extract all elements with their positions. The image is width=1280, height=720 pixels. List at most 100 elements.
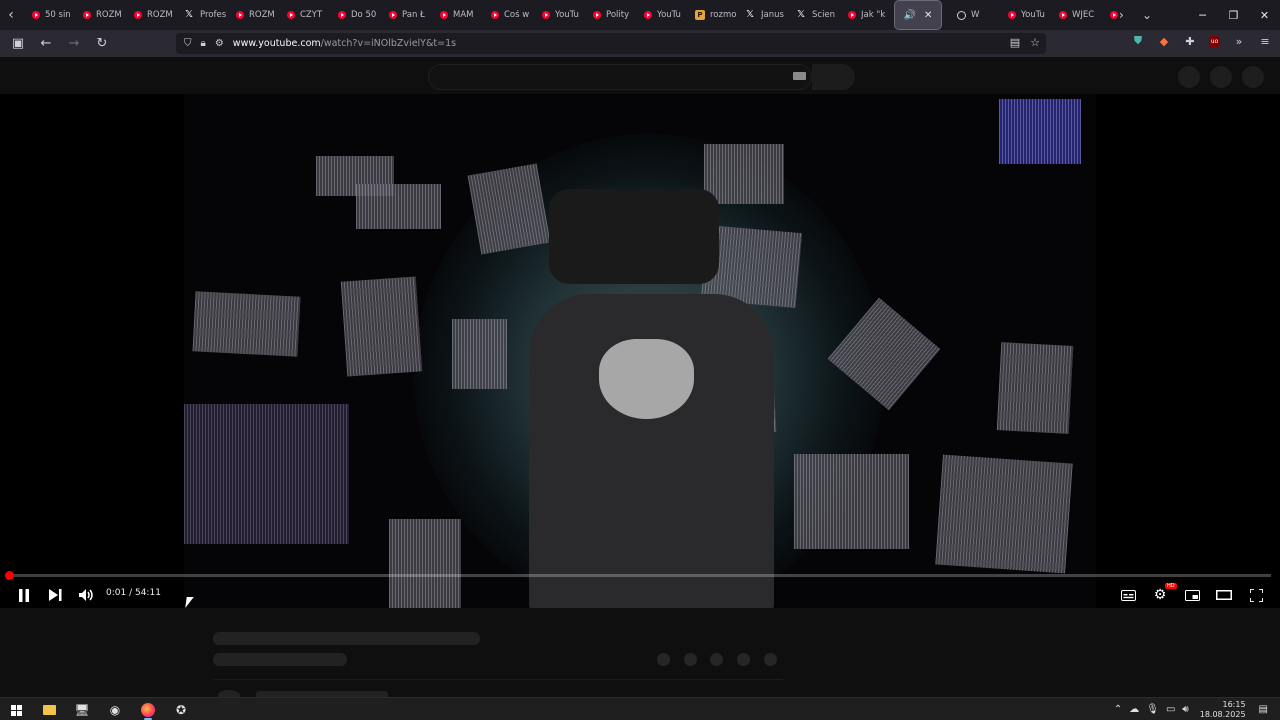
keyboard-icon[interactable] [793, 72, 806, 80]
firefox-taskbar-icon[interactable] [136, 700, 160, 720]
tab-label: YouTu [555, 10, 579, 20]
file-explorer-icon[interactable] [37, 700, 61, 720]
reload-icon[interactable]: ↻ [90, 32, 114, 56]
video-tv-screen [192, 291, 301, 357]
theater-mode-icon[interactable] [1211, 582, 1237, 608]
sidebar-toggle-icon[interactable]: ▣ [6, 32, 30, 56]
tab-b-0[interactable]: 50 sin [22, 1, 73, 29]
search-input-skeleton[interactable] [428, 64, 812, 90]
tab-b-8[interactable]: MAM [430, 1, 481, 29]
microphone-icon[interactable]: 🎙︎ [1146, 704, 1159, 715]
windows-taskbar: 🖥︎ ◉ ✪ ⌃ ☁ 🎙︎ ▭ 🔊︎ 16:15 18.08.2025 ▤ [0, 697, 1280, 720]
close-tab-icon[interactable]: ✕ [924, 10, 932, 21]
steam-icon[interactable]: ◉ [103, 700, 127, 720]
tab-active-youtube[interactable]: 🔊 ✕ [894, 0, 942, 30]
tab-scroll-left-icon[interactable]: ‹ [0, 0, 22, 30]
next-icon[interactable] [42, 582, 68, 608]
tab-label: rozmo [710, 10, 736, 20]
subtitles-icon[interactable] [1115, 582, 1141, 608]
tab-scroll-right-icon[interactable]: › [1119, 0, 1124, 30]
browser-tab-strip: ‹ 50 sin ROZM ROZM 𝕏 Profes ROZM CZYT Do 50 Pan … [0, 0, 1280, 30]
close-window-icon[interactable]: ✕ [1249, 0, 1280, 30]
clock[interactable]: 16:15 18.08.2025 [1200, 700, 1246, 720]
tab-b-13[interactable]: Prozmo [685, 1, 736, 29]
youtube-icon [542, 11, 550, 19]
window-controls: ─ ❐ ✕ [1187, 0, 1280, 30]
youtube-icon [848, 11, 856, 19]
tab-label: MAM [453, 10, 474, 20]
tab-b-6[interactable]: Do 50 [328, 1, 379, 29]
tab-a-1[interactable]: YouTu [998, 1, 1049, 29]
tab-label: Profes [200, 10, 226, 20]
action-skeleton [710, 653, 723, 666]
tab-label: Do 50 [351, 10, 377, 20]
tray-chevron-icon[interactable]: ⌃ [1114, 704, 1122, 715]
video-frame[interactable] [184, 94, 1096, 608]
extensions-puzzle-icon[interactable]: ✚ [1183, 34, 1197, 48]
notifications-skeleton[interactable] [1210, 66, 1232, 88]
minimize-icon[interactable]: ─ [1187, 0, 1218, 30]
search-button-skeleton[interactable] [812, 64, 855, 90]
tab-label: 50 sin [45, 10, 71, 20]
tab-b-11[interactable]: Polity [583, 1, 634, 29]
tab-list: 50 sin ROZM ROZM 𝕏 Profes ROZM CZYT Do 50 Pan Ł M… [22, 0, 889, 30]
tab-a-0[interactable]: W [947, 1, 998, 29]
youtube-icon [236, 11, 244, 19]
all-tabs-chevron-icon[interactable]: ⌄ [1142, 0, 1152, 30]
vpn-shield-icon[interactable]: ⛊ [1131, 34, 1145, 48]
volume-icon[interactable] [73, 582, 99, 608]
address-bar[interactable]: ⛉ 🔒︎ ⚙ www.youtube.com/watch?v=iNOlbZvie… [176, 33, 1046, 54]
hamburger-menu-icon[interactable]: ≡ [1258, 34, 1272, 48]
scrubber-handle[interactable] [5, 571, 15, 580]
remote-desktop-icon[interactable]: 🖥︎ [70, 700, 94, 720]
video-tv-screen [999, 99, 1081, 164]
network-icon[interactable]: ▭ [1166, 704, 1175, 715]
tab-b-16[interactable]: Jak "k [838, 1, 889, 29]
tab-b-15[interactable]: 𝕏 Scien [787, 1, 838, 29]
tab-b-9[interactable]: Coś w [481, 1, 532, 29]
tab-b-2[interactable]: ROZM [124, 1, 175, 29]
permissions-icon[interactable]: ⚙ [215, 38, 224, 49]
tab-b-14[interactable]: 𝕏 Janus [736, 1, 787, 29]
pause-icon[interactable] [11, 582, 37, 608]
miniplayer-icon[interactable] [1179, 582, 1205, 608]
lock-icon[interactable]: 🔒︎ [201, 38, 206, 49]
tab-b-10[interactable]: YouTu [532, 1, 583, 29]
speaker-tray-icon[interactable]: 🔊︎ [1182, 704, 1188, 715]
url-text[interactable]: www.youtube.com/watch?v=iNOlbZvielY&t=1s [233, 38, 456, 49]
tab-a-2[interactable]: WJEC [1049, 1, 1100, 29]
notifications-icon[interactable]: ▤ [1259, 704, 1268, 715]
fullscreen-icon[interactable] [1243, 582, 1269, 608]
progress-bar[interactable] [5, 571, 1271, 580]
back-icon[interactable]: ← [34, 32, 58, 56]
firefox-account-icon[interactable]: ◆ [1157, 34, 1171, 48]
tracking-shield-icon[interactable]: ⛉ [184, 38, 192, 49]
create-button-skeleton[interactable] [1178, 66, 1200, 88]
app-taskbar-icon[interactable]: ✪ [169, 700, 193, 720]
avatar-skeleton[interactable] [1242, 66, 1264, 88]
tab-label: Coś w [504, 10, 530, 20]
tab-b-4[interactable]: ROZM [226, 1, 277, 29]
ublock-icon[interactable]: uo [1209, 35, 1220, 47]
speaker-icon[interactable]: 🔊 [904, 10, 916, 21]
reader-view-icon[interactable]: ▤ [1010, 36, 1020, 49]
tab-b-12[interactable]: YouTu [634, 1, 685, 29]
youtube-icon [644, 11, 652, 19]
video-tv-screen [452, 319, 507, 389]
video-player[interactable]: 0:01 / 54:11 ⚙ HD [0, 94, 1280, 608]
restore-icon[interactable]: ❐ [1218, 0, 1249, 30]
tab-b-5[interactable]: CZYT [277, 1, 328, 29]
p-icon: P [695, 10, 705, 20]
tab-label: Scien [812, 10, 836, 20]
tab-b-3[interactable]: 𝕏 Profes [175, 1, 226, 29]
forward-icon[interactable]: → [62, 32, 86, 56]
tab-b-7[interactable]: Pan Ł [379, 1, 430, 29]
onedrive-cloud-icon[interactable]: ☁ [1129, 704, 1139, 715]
video-tv-screen [340, 276, 423, 377]
tab-b-1[interactable]: ROZM [73, 1, 124, 29]
x-icon: 𝕏 [185, 9, 194, 20]
overflow-chevrons-icon[interactable]: » [1232, 34, 1246, 48]
bookmark-star-icon[interactable]: ☆ [1030, 36, 1040, 49]
start-windows-icon[interactable] [4, 700, 28, 720]
tab-label: Jak "k [861, 10, 886, 20]
